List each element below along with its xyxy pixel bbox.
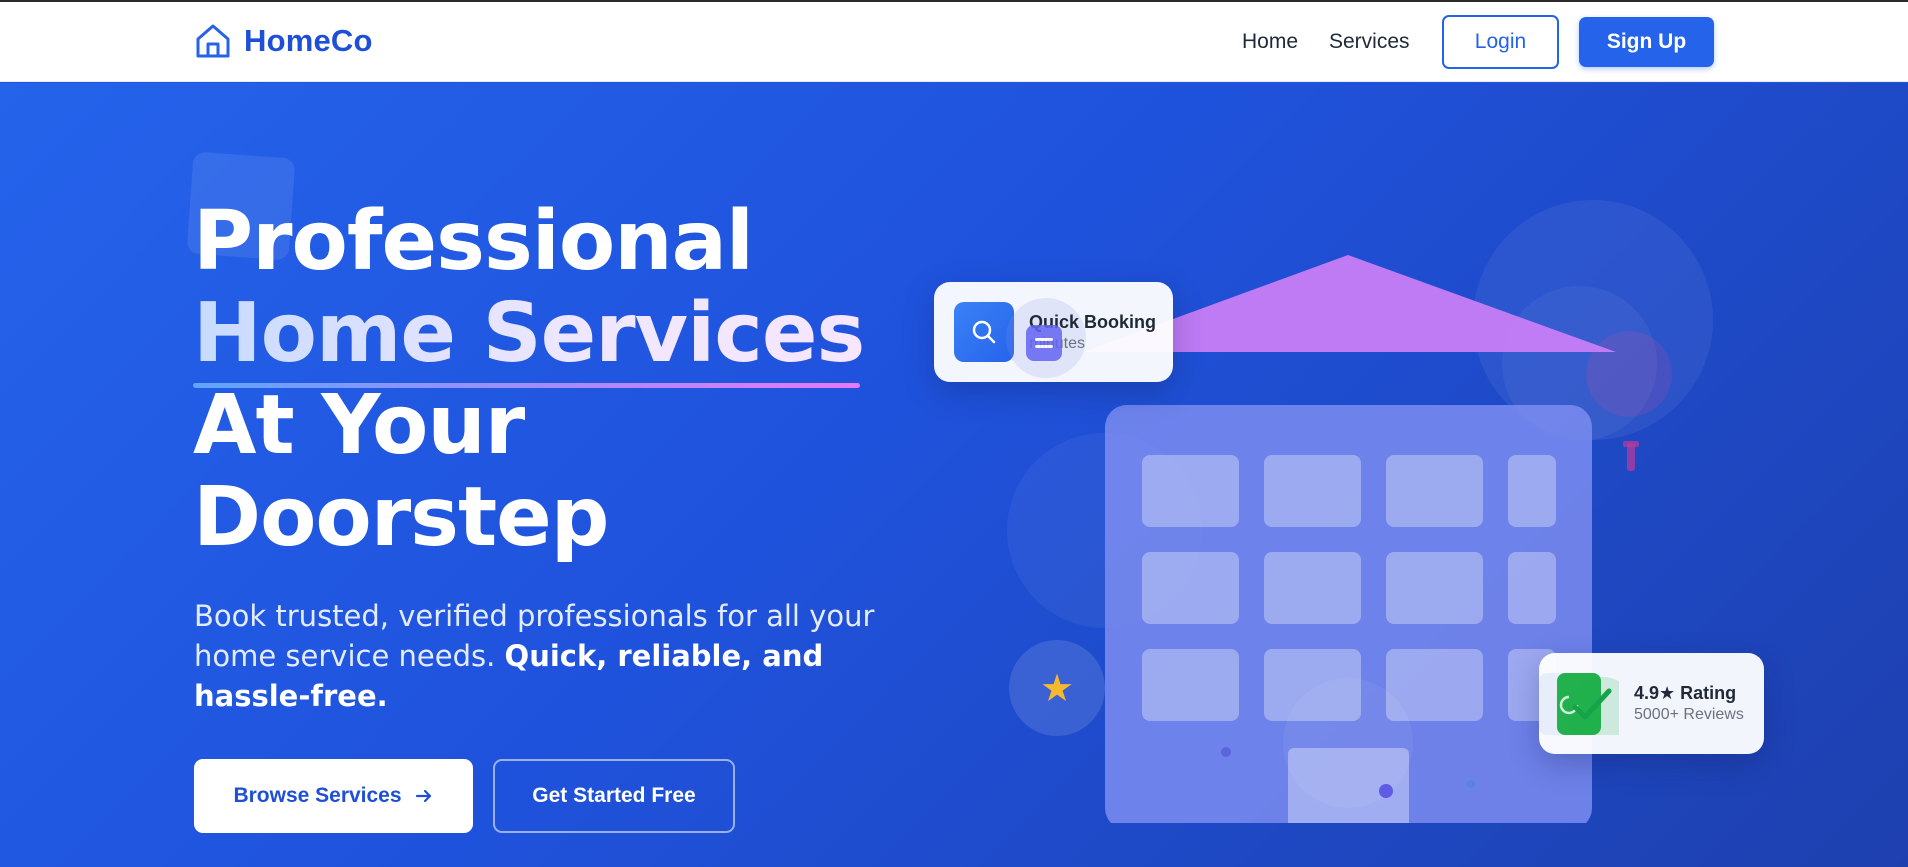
star-icon: ★ (1039, 667, 1075, 710)
house-door (1288, 748, 1409, 823)
headline-underline (193, 383, 860, 388)
signup-button[interactable]: Sign Up (1579, 17, 1714, 67)
browse-services-button[interactable]: Browse Services (194, 759, 473, 833)
rating-title: 4.9★ Rating (1634, 683, 1737, 703)
headline-line-2: Home Services (193, 286, 865, 381)
arrow-right-icon (415, 789, 431, 803)
brand-logo[interactable]: HomeCo (194, 22, 373, 60)
home-outline-icon (196, 24, 230, 58)
rating-card: 4.9★ Rating 5000+ Reviews (1539, 653, 1764, 754)
hero-headline: Professional Home Services At Your Doors… (193, 194, 865, 565)
rating-subtitle: 5000+ Reviews (1634, 706, 1744, 723)
star-badge: ★ (1009, 640, 1105, 736)
headline-line-4: Doorstep (193, 470, 609, 565)
login-button[interactable]: Login (1442, 15, 1559, 69)
browse-services-label: Browse Services (233, 784, 402, 807)
quick-booking-card: Quick Booking minutes (934, 282, 1173, 382)
navbar: HomeCo Home Services Login Sign Up (0, 2, 1908, 82)
search-icon (972, 320, 996, 344)
menu-icon (1026, 325, 1062, 361)
nav-services-link[interactable]: Services (1329, 30, 1410, 54)
hero-subtext: Book trusted, verified professionals for… (194, 596, 914, 716)
shield-check-icon (1539, 673, 1619, 735)
nav-home-link[interactable]: Home (1242, 30, 1298, 54)
brand-name: HomeCo (244, 23, 373, 58)
search-icon-tile (954, 302, 1014, 362)
get-started-button[interactable]: Get Started Free (493, 759, 735, 833)
hero-section: Professional Home Services At Your Doors… (0, 83, 1908, 867)
headline-line-3: At Your (193, 378, 525, 473)
headline-line-1: Professional (193, 194, 754, 289)
